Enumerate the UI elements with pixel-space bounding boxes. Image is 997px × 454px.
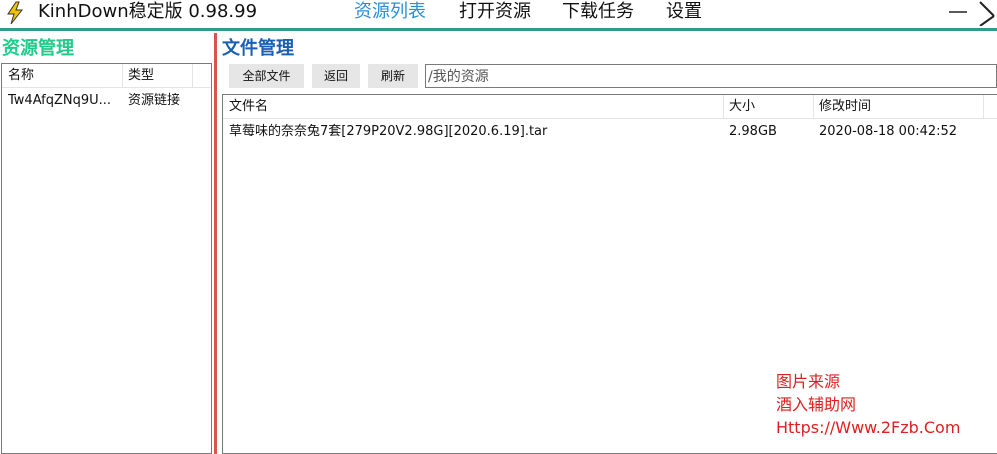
column-header-name[interactable]: 名称 [2,64,122,88]
column-header-size[interactable]: 大小 [723,95,813,119]
path-input[interactable] [425,64,997,88]
resource-type: 资源链接 [128,93,181,108]
lightning-bolt-icon [7,1,24,25]
back-button[interactable]: 返回 [312,64,360,88]
list-item[interactable]: Tw4AfqZNq9U... 资源链接 [2,90,211,112]
close-button[interactable] [977,0,997,27]
nav-resource-list[interactable]: 资源列表 [354,0,426,24]
column-header-type[interactable]: 类型 [122,64,192,88]
column-header-modified[interactable]: 修改时间 [813,95,983,119]
file-list-header: 文件名 大小 修改时间 [223,95,997,119]
minimize-button[interactable] [945,0,971,26]
resource-list-header: 名称 类型 [2,64,211,88]
nav-open-resource[interactable]: 打开资源 [459,0,531,24]
file-size: 2.98GB [729,124,777,139]
table-row[interactable]: 草莓味的奈奈兔7套[279P20V2.98G][2020.6.19].tar 2… [223,121,997,143]
close-icon [979,1,995,27]
minimize-icon [949,11,967,13]
app-window: KinhDown稳定版 0.98.99 资源列表 打开资源 下载任务 设置 资源… [0,0,997,454]
resource-panel-title: 资源管理 [2,38,74,59]
app-title: KinhDown稳定版 0.98.99 [38,1,258,22]
watermark: 图片来源 酒入辅助网 Https://Www.2Fzb.Com [776,370,960,439]
nav-download-tasks[interactable]: 下载任务 [562,0,634,24]
column-divider[interactable] [983,95,984,119]
title-bar: KinhDown稳定版 0.98.99 资源列表 打开资源 下载任务 设置 [0,0,997,28]
file-name: 草莓味的奈奈兔7套[279P20V2.98G][2020.6.19].tar [229,124,548,139]
file-modified: 2020-08-18 00:42:52 [819,124,958,139]
watermark-line-1: 图片来源 [776,372,841,391]
nav-settings[interactable]: 设置 [666,0,702,24]
column-header-filename[interactable]: 文件名 [223,95,723,119]
watermark-line-3: Https://Www.2Fzb.Com [776,418,961,437]
resource-list[interactable]: 名称 类型 Tw4AfqZNq9U... 资源链接 [1,63,212,454]
file-panel-title: 文件管理 [222,38,294,59]
watermark-line-2: 酒入辅助网 [776,395,857,414]
column-divider[interactable] [192,64,193,88]
panel-splitter[interactable] [214,33,217,454]
refresh-button[interactable]: 刷新 [368,64,418,88]
all-files-button[interactable]: 全部文件 [229,64,304,88]
title-divider [0,28,997,31]
resource-name: Tw4AfqZNq9U... [8,93,112,108]
